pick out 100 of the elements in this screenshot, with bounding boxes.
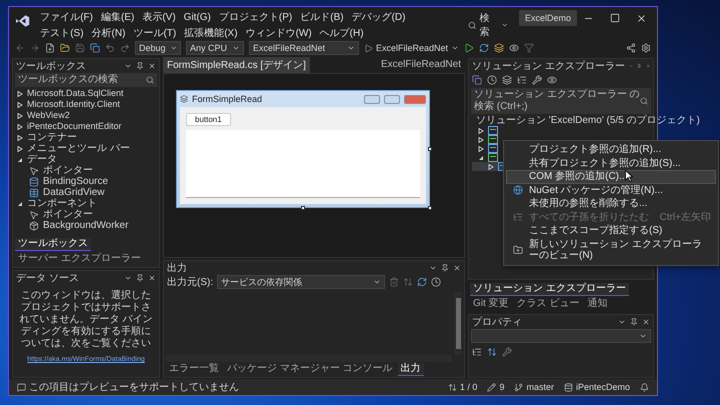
close-icon[interactable] — [148, 274, 156, 282]
vertical-scrollbar[interactable] — [454, 292, 462, 355]
resize-handle[interactable] — [428, 147, 432, 151]
pin-icon[interactable] — [136, 274, 144, 282]
close-icon[interactable] — [642, 318, 650, 326]
panel-tab[interactable]: ソリューション エクスプローラー — [470, 283, 629, 296]
toolbox-item[interactable]: ポインター — [43, 165, 93, 176]
play-icon[interactable] — [364, 44, 373, 52]
toolbox-group[interactable]: コンテナー — [27, 132, 77, 143]
panel-tab[interactable]: エラー一覧 — [166, 363, 222, 376]
menu-item[interactable]: ファイル(F) — [36, 10, 97, 25]
menu-item[interactable]: 分析(N) — [88, 26, 130, 41]
caret-icon[interactable] — [501, 21, 509, 29]
search-icon[interactable] — [640, 97, 648, 105]
caret-icon[interactable] — [373, 278, 382, 286]
wrench-icon[interactable] — [532, 74, 542, 84]
menu-item[interactable]: ツール(T) — [129, 26, 180, 41]
branch-selector[interactable]: master — [514, 382, 554, 392]
expand-caret-icon[interactable] — [488, 164, 494, 170]
undo-icon[interactable] — [105, 43, 115, 53]
toolbox-item[interactable]: DataGridView — [43, 187, 105, 198]
tree-view-icon[interactable] — [517, 74, 527, 84]
context-menu-item[interactable]: 未使用の参照を削除する... — [506, 197, 716, 210]
open-folder-icon[interactable] — [60, 43, 70, 53]
categorized-icon[interactable] — [472, 347, 482, 357]
pin-icon[interactable] — [630, 318, 638, 326]
expand-caret-icon[interactable] — [478, 128, 484, 134]
toolbox-item[interactable]: BackgroundWorker — [43, 220, 128, 231]
toolbox-group[interactable]: iPentecDocumentEditor — [27, 121, 122, 132]
configuration-dropdown[interactable]: Debug — [135, 41, 181, 55]
search-icon[interactable] — [146, 76, 154, 84]
repository-icon[interactable] — [564, 382, 573, 392]
menu-item[interactable]: ビルド(B) — [296, 10, 348, 25]
toolbox-item[interactable]: BindingSource — [43, 176, 108, 187]
share-icon[interactable] — [626, 43, 636, 53]
bell-icon[interactable] — [640, 382, 649, 392]
play-outline-icon[interactable] — [464, 43, 474, 53]
close-icon[interactable] — [148, 62, 156, 70]
panel-tab[interactable]: 通知 — [584, 298, 610, 311]
back-icon[interactable] — [15, 43, 25, 53]
clock-icon[interactable] — [431, 277, 442, 287]
pin-icon[interactable] — [136, 62, 144, 70]
close-icon[interactable] — [453, 264, 461, 272]
pages-icon[interactable] — [502, 74, 512, 84]
context-menu-item[interactable]: ここまでスコープ指定する(S) — [506, 224, 716, 238]
expand-caret-icon[interactable] — [17, 90, 23, 96]
menu-item[interactable]: 表示(V) — [138, 10, 180, 25]
arrows-icon[interactable] — [448, 382, 457, 392]
refresh-icon[interactable] — [479, 43, 490, 53]
alphabetical-icon[interactable] — [487, 347, 497, 357]
expand-caret-icon[interactable] — [17, 146, 23, 152]
toolbox-group[interactable]: データ — [27, 154, 57, 165]
toolbox-group[interactable]: Microsoft.Data.SqlClient — [27, 88, 124, 99]
panel-tab[interactable]: Git 変更 — [470, 298, 512, 311]
save-icon[interactable] — [75, 43, 85, 53]
line-status[interactable]: 1 / 0 — [448, 382, 478, 392]
pin-icon[interactable] — [441, 264, 449, 272]
menu-item[interactable]: テスト(S) — [36, 26, 88, 41]
clear-icon[interactable] — [389, 277, 400, 287]
form-button[interactable]: button1 — [186, 113, 231, 126]
solution-root[interactable]: ソリューション 'ExcelDemo' (5/5 のプロジェクト) — [476, 115, 700, 126]
menu-item[interactable]: Git(G) — [180, 10, 215, 25]
context-menu-item[interactable]: COM 参照の追加(C)... — [506, 170, 716, 184]
redo-icon[interactable] — [120, 43, 130, 53]
document-tab[interactable]: FormSimpleRead.cs [デザイン] — [163, 56, 310, 72]
menu-item[interactable]: ヘルプ(H) — [316, 26, 368, 41]
start-button[interactable]: ExcelFileReadNet — [364, 43, 460, 53]
expand-caret-icon[interactable] — [17, 124, 23, 130]
output-source-dropdown[interactable]: サービスの依存関係 — [217, 275, 386, 289]
context-menu-item[interactable]: プロジェクト参照の追加(R)... — [506, 143, 716, 156]
menu-item[interactable]: デバッグ(D) — [348, 10, 410, 25]
filter-icon[interactable] — [524, 43, 534, 53]
maximize-icon[interactable] — [610, 13, 620, 23]
edit-count[interactable]: 9 — [487, 382, 504, 392]
close-icon[interactable] — [636, 13, 647, 24]
wrench-icon[interactable] — [502, 347, 512, 357]
pencil-icon[interactable] — [487, 382, 496, 392]
search-icon[interactable] — [468, 20, 477, 30]
panel-tab[interactable]: 出力 — [398, 363, 424, 376]
toolbox-group[interactable]: Microsoft.Identity.Client — [27, 99, 120, 110]
menu-item[interactable]: プロジェクト(P) — [214, 10, 296, 25]
search-button[interactable]: 検索 — [464, 10, 513, 40]
history-icon[interactable] — [487, 74, 497, 84]
expand-caret-icon[interactable] — [17, 156, 23, 162]
settings-icon[interactable] — [641, 43, 651, 53]
context-menu-item[interactable]: 新しいソリューション エクスプローラーのビュー(N) — [506, 238, 716, 262]
pin-icon[interactable] — [637, 62, 642, 70]
toolbox-group[interactable]: メニューとツール バー — [27, 143, 130, 154]
startup-project-dropdown[interactable]: ExcelFileReadNet — [249, 41, 359, 55]
caret-icon[interactable] — [232, 44, 240, 52]
forward-icon[interactable] — [30, 43, 40, 53]
toolbox-item[interactable]: ポインター — [43, 209, 93, 220]
context-menu-item[interactable]: NuGet パッケージの管理(N)... — [506, 184, 716, 197]
menu-item[interactable]: ウィンドウ(W) — [242, 26, 316, 41]
document-tab[interactable]: ExcelFileReadNet — [376, 58, 465, 71]
caret-icon[interactable] — [347, 44, 355, 52]
menu-item[interactable]: 拡張機能(X) — [180, 26, 242, 41]
resize-handle[interactable] — [301, 206, 305, 210]
expand-caret-icon[interactable] — [17, 134, 23, 140]
toolbox-group[interactable]: WebView2 — [27, 110, 70, 121]
